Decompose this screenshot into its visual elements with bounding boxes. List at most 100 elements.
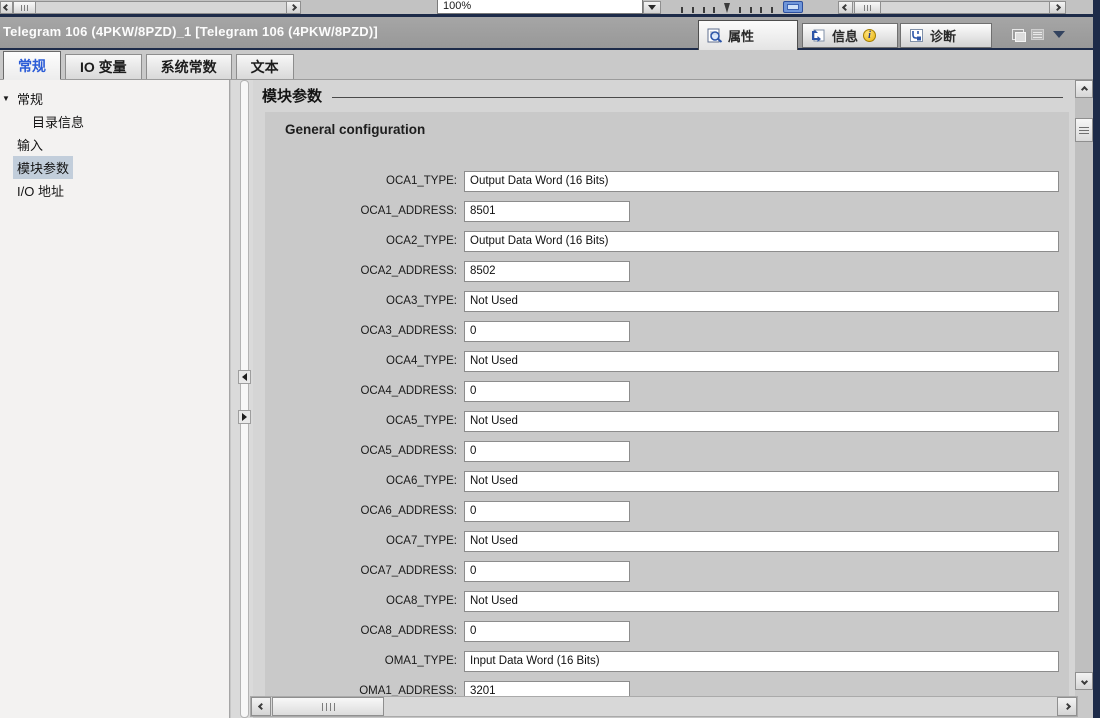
scroll-up-button[interactable] bbox=[1075, 80, 1093, 98]
tab-properties[interactable]: 属性 bbox=[698, 20, 798, 50]
parameter-value-input[interactable] bbox=[464, 261, 630, 282]
parameter-value-input[interactable] bbox=[464, 411, 1059, 432]
section-title: General configuration bbox=[265, 112, 1069, 137]
parameter-value-input[interactable] bbox=[464, 561, 630, 582]
scroll-right-button[interactable] bbox=[286, 1, 301, 14]
scroll-left-button-2[interactable] bbox=[838, 1, 853, 14]
window-right-border bbox=[1093, 0, 1100, 718]
zoom-slider-handle[interactable] bbox=[724, 3, 730, 13]
collapse-pane-chevron-icon[interactable] bbox=[1053, 31, 1065, 38]
collapse-right-button[interactable] bbox=[238, 410, 251, 424]
panel-hscrollbar[interactable] bbox=[250, 696, 1078, 717]
chevron-left-icon bbox=[3, 4, 10, 11]
dock-list-icon[interactable] bbox=[1031, 29, 1044, 40]
panel-vscrollbar[interactable] bbox=[1075, 80, 1093, 690]
parameter-row: OCA3_TYPE: bbox=[265, 286, 1069, 316]
parameter-value-input[interactable] bbox=[464, 201, 630, 222]
parameter-label: OMA1_TYPE: bbox=[265, 655, 464, 667]
parameter-row: OCA7_ADDRESS: bbox=[265, 556, 1069, 586]
triangle-right-icon bbox=[242, 413, 247, 421]
tab-system-constants[interactable]: 系统常数 bbox=[146, 54, 232, 79]
chevron-left-icon bbox=[842, 4, 849, 11]
parameter-row: OCA6_ADDRESS: bbox=[265, 496, 1069, 526]
fit-to-view-icon[interactable] bbox=[783, 1, 803, 13]
parameter-value-input[interactable] bbox=[464, 321, 630, 342]
parameter-label: OCA8_TYPE: bbox=[265, 595, 464, 607]
inspector-title: Telegram 106 (4PKW/8PZD)_1 [Telegram 106… bbox=[3, 24, 378, 39]
parameter-value-input[interactable] bbox=[464, 651, 1059, 672]
parameter-row: OCA5_ADDRESS: bbox=[265, 436, 1069, 466]
parameter-value-input[interactable] bbox=[464, 621, 630, 642]
scroll-down-button[interactable] bbox=[1075, 672, 1093, 690]
tab-info[interactable]: 信息 i bbox=[802, 23, 898, 48]
parameter-label: OCA1_ADDRESS: bbox=[265, 205, 464, 217]
parameter-value-input[interactable] bbox=[464, 351, 1059, 372]
parameter-value-input[interactable] bbox=[464, 471, 1059, 492]
vscrollbar-thumb[interactable] bbox=[1075, 118, 1093, 142]
parameter-label: OCA1_TYPE: bbox=[265, 175, 464, 187]
chevron-down-icon bbox=[1080, 677, 1087, 684]
collapse-left-button[interactable] bbox=[238, 370, 251, 384]
tab-general[interactable]: 常规 bbox=[3, 51, 61, 80]
tab-diagnostics[interactable]: 诊断 bbox=[900, 23, 992, 48]
tree-item[interactable]: ▼ I/O 地址 bbox=[0, 179, 229, 202]
parameter-value-input[interactable] bbox=[464, 291, 1059, 312]
tab-properties-label: 属性 bbox=[728, 26, 754, 45]
tree-expand-arrow-icon[interactable]: ▼ bbox=[2, 94, 10, 103]
zoom-level-combobox[interactable]: 100% bbox=[437, 0, 643, 14]
chevron-right-icon bbox=[1054, 4, 1061, 11]
float-window-icon[interactable] bbox=[1012, 29, 1024, 40]
parameter-row: OCA5_TYPE: bbox=[265, 406, 1069, 436]
parameter-row: OMA1_ADDRESS: bbox=[265, 676, 1069, 696]
parameter-label: OCA6_TYPE: bbox=[265, 475, 464, 487]
parameter-value-input[interactable] bbox=[464, 501, 630, 522]
tab-diagnostics-label: 诊断 bbox=[930, 26, 956, 45]
chevron-up-icon bbox=[1080, 85, 1087, 92]
parameter-value-input[interactable] bbox=[464, 231, 1059, 252]
parameter-label: OCA3_TYPE: bbox=[265, 295, 464, 307]
parameter-label: OCA4_TYPE: bbox=[265, 355, 464, 367]
parameter-rows: OCA1_TYPE: OCA1_ADDRESS: OCA2_TYPE: bbox=[265, 166, 1069, 696]
scroll-left-button[interactable] bbox=[251, 697, 271, 716]
parameter-value-input[interactable] bbox=[464, 441, 630, 462]
parameter-row: OCA1_ADDRESS: bbox=[265, 196, 1069, 226]
properties-inspector-window: 100% Telegram 106 (4PKW/8PZD)_1 [Telegra… bbox=[0, 0, 1100, 718]
parameter-value-input[interactable] bbox=[464, 591, 1059, 612]
hscrollbar-thumb[interactable] bbox=[13, 1, 36, 14]
hscrollbar2-thumb[interactable] bbox=[854, 1, 881, 14]
scroll-left-button[interactable] bbox=[0, 1, 13, 14]
parameter-value-input[interactable] bbox=[464, 381, 630, 402]
parameter-label: OCA5_ADDRESS: bbox=[265, 445, 464, 457]
panel-heading: 模块参数 bbox=[262, 85, 322, 106]
info-badge-icon: i bbox=[863, 29, 876, 42]
tree-item[interactable]: ▼ 输入 bbox=[0, 133, 229, 156]
parameter-value-input[interactable] bbox=[464, 171, 1059, 192]
hscrollbar-thumb[interactable] bbox=[272, 697, 384, 716]
zoom-dropdown-button[interactable] bbox=[643, 1, 661, 14]
parameter-row: OCA8_ADDRESS: bbox=[265, 616, 1069, 646]
tree-item[interactable]: ▼ 常规 bbox=[0, 87, 229, 110]
scroll-right-button-2[interactable] bbox=[1049, 1, 1066, 14]
tab-io-tags[interactable]: IO 变量 bbox=[65, 54, 142, 79]
property-navigation-tree: ▼ 常规 ▼ 目录信息 ▼ 输入 ▼ 模块参数 ▼ I/O 地址 bbox=[0, 80, 230, 718]
scroll-right-button[interactable] bbox=[1057, 697, 1077, 716]
pane-splitter[interactable] bbox=[231, 80, 253, 718]
parameter-label: OCA7_ADDRESS: bbox=[265, 565, 464, 577]
parameter-label: OCA8_ADDRESS: bbox=[265, 625, 464, 637]
parameter-row: OCA3_ADDRESS: bbox=[265, 316, 1069, 346]
editor-hscrollbar-track[interactable] bbox=[0, 1, 300, 14]
tab-texts[interactable]: 文本 bbox=[236, 54, 294, 79]
parameter-row: OCA6_TYPE: bbox=[265, 466, 1069, 496]
parameter-row: OCA4_TYPE: bbox=[265, 346, 1069, 376]
tree-item[interactable]: ▼ 目录信息 bbox=[0, 110, 229, 133]
parameter-row: OCA2_TYPE: bbox=[265, 226, 1069, 256]
parameter-value-input[interactable] bbox=[464, 681, 630, 697]
category-tabstrip: 常规 IO 变量 系统常数 文本 bbox=[0, 50, 1093, 80]
chevron-down-icon bbox=[648, 5, 656, 10]
parameter-label: OCA7_TYPE: bbox=[265, 535, 464, 547]
zoom-slider[interactable] bbox=[681, 3, 773, 13]
module-parameters-panel: 模块参数 General configuration OCA1_TYPE: OC… bbox=[253, 80, 1075, 696]
parameter-value-input[interactable] bbox=[464, 531, 1059, 552]
splitter-handle[interactable] bbox=[240, 80, 249, 718]
tree-item[interactable]: ▼ 模块参数 bbox=[0, 156, 229, 179]
